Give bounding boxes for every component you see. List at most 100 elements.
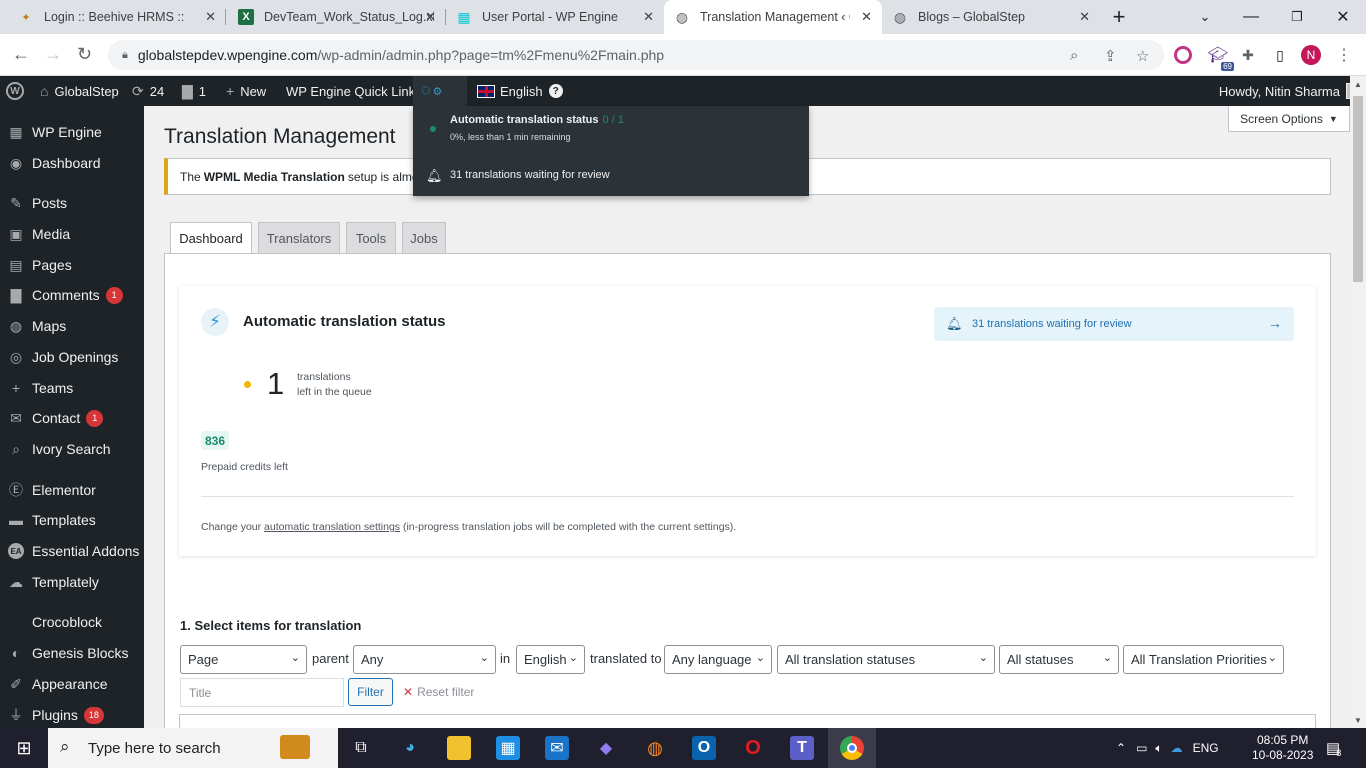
browser-tab-blogs[interactable]: ◍ Blogs – GlobalStep ✕ [882, 0, 1100, 34]
sidebar-item-pages[interactable]: ▤ Pages [0, 250, 144, 280]
site-name-link[interactable]: ⌂ GlobalStep [40, 76, 119, 106]
browser-tab-translation[interactable]: ◍ Translation Management ‹ Gl ✕ [664, 0, 882, 34]
scroll-up-icon[interactable]: ▲ [1354, 80, 1362, 89]
url-input[interactable]: 🔒︎ globalstepdev.wpengine.com/wp-admin/a… [108, 40, 1164, 70]
sidebar-item-contact[interactable]: ✉ Contact 1 [0, 403, 144, 433]
windows-start-icon[interactable]: ⊞ [12, 736, 36, 760]
screen-options-button[interactable]: Screen Options ▼ [1228, 106, 1350, 132]
extensions-puzzle-icon[interactable]: ✚ [1238, 45, 1258, 65]
source-language-select[interactable]: English ⌄ [516, 645, 585, 674]
mail-icon[interactable]: ✉ [545, 736, 569, 760]
sidebar-item-ivory-search[interactable]: ⌕ Ivory Search [0, 434, 144, 464]
edge-icon[interactable]: ◕ [398, 736, 422, 760]
close-icon[interactable]: ✕ [425, 9, 436, 25]
filter-button[interactable]: Filter [348, 678, 393, 706]
sidebar-item-essential-addons[interactable]: EA Essential Addons [0, 536, 144, 566]
status-select[interactable]: All statuses ⌄ [999, 645, 1119, 674]
notification-center-icon[interactable]: ▤ 8 [1326, 728, 1341, 768]
updates-link[interactable]: ⟳ 24 [132, 76, 164, 106]
close-icon[interactable]: ✕ [1079, 9, 1090, 25]
new-content-link[interactable]: + New [226, 76, 266, 106]
extension-color-icon[interactable] [1174, 46, 1192, 64]
sidebar-item-maps[interactable]: ◍ Maps [0, 311, 144, 341]
teams-icon[interactable]: T [790, 736, 814, 760]
forward-button[interactable]: → [44, 44, 62, 65]
chrome-icon[interactable] [840, 736, 864, 760]
sidebar-item-posts[interactable]: ✎ Posts [0, 188, 144, 218]
firefox-icon[interactable]: ◍ [643, 736, 667, 760]
tab-tools[interactable]: Tools [346, 222, 396, 254]
scroll-down-icon[interactable]: ▼ [1354, 716, 1362, 725]
translation-status-toggle[interactable]: ◌ ⚙ [413, 76, 467, 106]
target-language-select[interactable]: Any language ⌄ [664, 645, 772, 674]
battery-icon[interactable]: ▭ [1136, 741, 1147, 755]
sidebar-item-crocoblock[interactable]: Crocoblock [0, 607, 144, 637]
extension-grad-cap-icon[interactable]: 🎓︎ 69 [1208, 45, 1234, 71]
store-icon[interactable]: ▦ [496, 736, 520, 760]
url-host: globalstepdev.wpengine.com [137, 47, 318, 63]
automatic-settings-link[interactable]: automatic translation settings [264, 521, 400, 533]
title-filter-input[interactable]: Title [180, 678, 344, 707]
sidebar-item-comments[interactable]: ▇ Comments 1 [0, 280, 144, 310]
profile-avatar[interactable]: N [1301, 45, 1321, 65]
sidebar-item-plugins[interactable]: ⏚ Plugins 18 [0, 700, 144, 728]
opera-icon[interactable]: O [741, 736, 765, 760]
comments-link[interactable]: ▇ 1 [182, 76, 206, 106]
share-icon[interactable]: ⇪ [1104, 47, 1117, 65]
close-icon[interactable]: ✕ [643, 9, 654, 25]
zoom-icon[interactable]: ⌕ [1070, 47, 1078, 64]
scroll-thumb[interactable] [1353, 96, 1363, 282]
browser-tab-wpengine[interactable]: ▦ User Portal - WP Engine ✕ [446, 0, 664, 34]
sidebar-item-job-openings[interactable]: ◎ Job Openings [0, 342, 144, 372]
restore-button[interactable]: ❐ [1274, 0, 1320, 34]
tab-translators[interactable]: Translators [258, 222, 340, 254]
plus-icon: + [11, 380, 21, 396]
wp-engine-quick-links[interactable]: WP Engine Quick Links [286, 76, 422, 106]
file-explorer-icon[interactable] [447, 736, 471, 760]
sidebar-item-elementor[interactable]: Ⓔ Elementor [0, 475, 144, 505]
tab-jobs[interactable]: Jobs [402, 222, 446, 254]
side-panel-icon[interactable]: ▯ [1270, 45, 1290, 65]
sidebar-item-genesis-blocks[interactable]: ◐ Genesis Blocks [0, 638, 144, 668]
sidebar-item-appearance[interactable]: ✐ Appearance [0, 669, 144, 699]
sidebar-item-templates[interactable]: ▬ Templates [0, 505, 144, 535]
taskbar-search[interactable]: ⌕ Type here to search [48, 728, 338, 768]
close-window-button[interactable]: ✕ [1320, 0, 1366, 34]
sidebar-item-media[interactable]: ▣ Media [0, 219, 144, 249]
back-button[interactable]: ← [12, 44, 30, 65]
volume-icon[interactable]: 🔈︎ [1155, 741, 1162, 756]
chevron-up-icon[interactable]: ⌃ [1116, 741, 1126, 755]
outlook-icon[interactable]: O [692, 736, 716, 760]
browser-tab-beehive[interactable]: ✦ Login :: Beehive HRMS :: ✕ [8, 0, 226, 34]
priority-select[interactable]: All Translation Priorities ⌄ [1123, 645, 1284, 674]
review-translations-link[interactable]: 🔔︎ 31 translations waiting for review → [934, 307, 1294, 341]
onedrive-icon[interactable]: ☁ [1171, 741, 1183, 755]
close-icon[interactable]: ✕ [205, 9, 216, 25]
bookmark-star-icon[interactable]: ☆ [1136, 47, 1149, 65]
sidebar-item-templately[interactable]: ☁ Templately [0, 567, 144, 597]
reload-button[interactable]: ↻ [77, 44, 92, 65]
popover-review-link[interactable]: 31 translations waiting for review [450, 169, 610, 181]
language-indicator[interactable]: ENG [1193, 741, 1219, 755]
sidebar-item-teams[interactable]: + Teams [0, 373, 144, 403]
sidebar-item-wp-engine[interactable]: ▦ WP Engine [0, 117, 144, 147]
translation-status-select[interactable]: All translation statuses ⌄ [777, 645, 995, 674]
tab-dashboard[interactable]: Dashboard [170, 222, 252, 255]
sidebar-item-dashboard[interactable]: ◉ Dashboard [0, 148, 144, 178]
language-switcher[interactable]: English? [477, 76, 563, 106]
clock[interactable]: 08:05 PM 10-08-2023 [1252, 728, 1313, 768]
task-view-icon[interactable]: ⧉ [349, 736, 373, 760]
parent-select[interactable]: Any ⌄ [353, 645, 496, 674]
minimize-button[interactable]: — [1228, 0, 1274, 34]
account-menu[interactable]: Howdy, Nitin Sharma [1219, 76, 1362, 106]
page-scrollbar[interactable]: ▲ ▼ [1350, 76, 1366, 728]
new-tab-button[interactable]: + [1096, 0, 1142, 34]
reset-filter-link[interactable]: ✕ Reset filter [403, 685, 474, 699]
browser-tab-excel[interactable]: X DevTeam_Work_Status_Log.xl ✕ [228, 0, 446, 34]
power-automate-icon[interactable]: ◆ [594, 736, 618, 760]
chrome-menu-icon[interactable]: ⋮ [1334, 45, 1354, 65]
post-type-select[interactable]: Page ⌄ [180, 645, 307, 674]
tab-search-button[interactable]: ⌄ [1182, 0, 1228, 34]
wordpress-logo-icon[interactable]: W [6, 76, 24, 106]
close-icon[interactable]: ✕ [861, 9, 872, 25]
